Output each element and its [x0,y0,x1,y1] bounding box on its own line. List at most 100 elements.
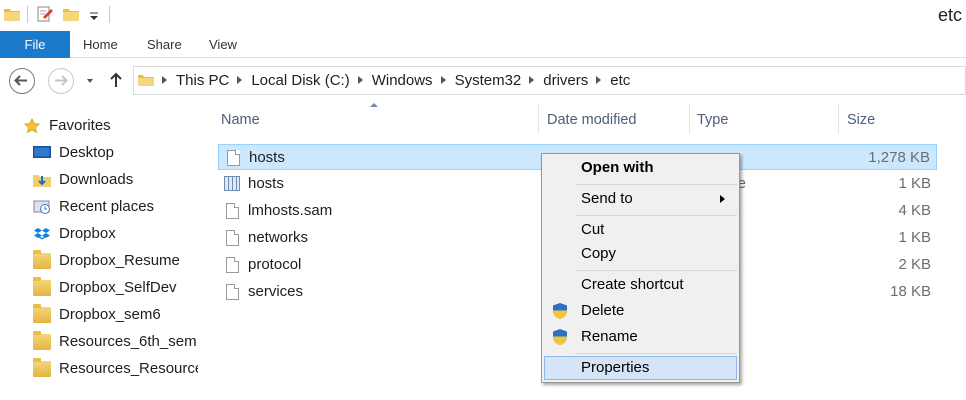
menu-item-properties[interactable]: Properties [544,356,737,380]
folder-icon [138,75,154,86]
column-divider[interactable] [838,104,839,134]
uac-shield-icon [553,303,567,319]
file-icon [226,203,239,219]
tab-home[interactable]: Home [83,31,118,58]
breadcrumb-windows[interactable]: Windows [372,72,433,89]
file-name: hosts [248,175,284,192]
breadcrumb-system32[interactable]: System32 [455,72,522,89]
menu-separator [575,353,737,354]
column-header-name[interactable]: Name [221,110,260,140]
nav-item-label: Resources_Resources [59,360,198,377]
downloads-icon [33,174,51,187]
nav-item-label: Downloads [59,171,134,188]
nav-item-label: Dropbox_SelfDev [59,279,177,296]
nav-item-dropbox-sem6[interactable]: Dropbox_sem6 [33,302,198,327]
uac-shield-icon [553,329,567,345]
menu-item-create-shortcut[interactable]: Create shortcut [544,273,737,297]
nav-item-dropbox[interactable]: Dropbox [33,221,198,246]
recent-locations-dropdown-icon[interactable] [84,76,96,86]
folder-icon [33,276,51,296]
menu-separator [575,184,737,185]
file-icon [227,150,240,166]
context-menu: Open with Send to Cut Copy Create shortc… [541,153,740,383]
nav-item-dropbox-selfdev[interactable]: Dropbox_SelfDev [33,275,198,300]
tab-view[interactable]: View [209,31,237,58]
menu-item-rename[interactable]: Rename [544,325,737,349]
file-icon [226,257,239,273]
arrow-left-icon [14,75,27,86]
window-title: etc [937,5,962,25]
file-icon [226,284,239,300]
nav-item-resources-6th-sem[interactable]: Resources_6th_sem [33,329,198,354]
tab-file[interactable]: File [0,31,70,58]
menu-item-label: Send to [581,190,633,207]
customize-toolbar-dropdown-icon[interactable] [88,5,100,23]
submenu-arrow-icon [720,195,725,203]
column-header-type[interactable]: Type [697,110,728,140]
nav-item-favorites[interactable]: Favorites [23,113,198,138]
folder-icon [33,303,51,323]
tab-share[interactable]: Share [147,31,182,58]
file-name: services [248,283,304,300]
file-size: 1 KB [898,175,931,192]
breadcrumb: This PC Local Disk (C:) Windows System32… [154,67,630,94]
chevron-right-icon[interactable] [154,67,176,94]
chevron-right-icon[interactable] [521,67,543,94]
breadcrumb-drivers[interactable]: drivers [543,72,588,89]
arrow-right-icon [55,75,68,86]
nav-item-dropbox-resume[interactable]: Dropbox_Resume [33,248,198,273]
new-folder-icon[interactable] [62,5,80,23]
nav-item-label: Desktop [59,144,115,161]
navigation-pane: Favorites Desktop Downloads Recent place… [0,102,198,400]
column-header-size[interactable]: Size [847,110,875,140]
breadcrumb-local-disk[interactable]: Local Disk (C:) [251,72,349,89]
dropbox-icon [34,227,50,239]
nav-item-label: Dropbox_sem6 [59,306,161,323]
column-header-date-modified[interactable]: Date modified [547,110,636,140]
chevron-right-icon[interactable] [229,67,251,94]
column-divider[interactable] [689,104,690,134]
menu-separator [575,270,737,271]
title-bar: etc [0,0,966,31]
calendar-file-icon [224,176,240,191]
file-name: lmhosts.sam [248,202,333,219]
menu-item-send-to[interactable]: Send to [544,187,737,211]
file-name: hosts [249,149,285,166]
file-size: 2 KB [898,256,931,273]
nav-item-label: Dropbox [59,225,116,242]
folder-icon [33,330,51,350]
desktop-icon [33,145,51,158]
forward-button[interactable] [48,68,74,94]
folder-icon [33,357,51,377]
nav-item-recent-places[interactable]: Recent places [33,194,198,219]
file-name: networks [248,229,309,246]
chevron-right-icon[interactable] [350,67,372,94]
file-name: protocol [248,256,302,273]
menu-item-open-with[interactable]: Open with [544,156,737,180]
menu-item-delete[interactable]: Delete [544,299,737,323]
nav-item-label: Dropbox_Resume [59,252,180,269]
breadcrumb-etc[interactable]: etc [610,72,630,89]
nav-item-resources-resources[interactable]: Resources_Resources [33,356,198,381]
breadcrumb-this-pc[interactable]: This PC [176,72,229,89]
ribbon-tabs: File Home Share View [0,31,966,58]
column-divider[interactable] [538,104,539,134]
properties-icon[interactable] [36,5,54,23]
nav-item-label: Resources_6th_sem [59,333,197,350]
up-arrow-icon[interactable] [108,71,124,89]
nav-item-desktop[interactable]: Desktop [33,140,198,165]
toolbar-divider [27,6,28,23]
back-button[interactable] [9,68,35,94]
star-icon [23,117,41,133]
recent-places-icon [33,200,50,214]
menu-item-copy[interactable]: Copy [544,242,737,266]
menu-item-cut[interactable]: Cut [544,218,737,242]
file-size: 1 KB [898,229,931,246]
chevron-right-icon[interactable] [433,67,455,94]
nav-item-downloads[interactable]: Downloads [33,167,198,192]
menu-separator [575,215,737,216]
chevron-right-icon[interactable] [588,67,610,94]
address-bar[interactable]: This PC Local Disk (C:) Windows System32… [133,66,966,95]
folder-icon [33,249,51,269]
menu-item-label: Rename [581,328,638,345]
